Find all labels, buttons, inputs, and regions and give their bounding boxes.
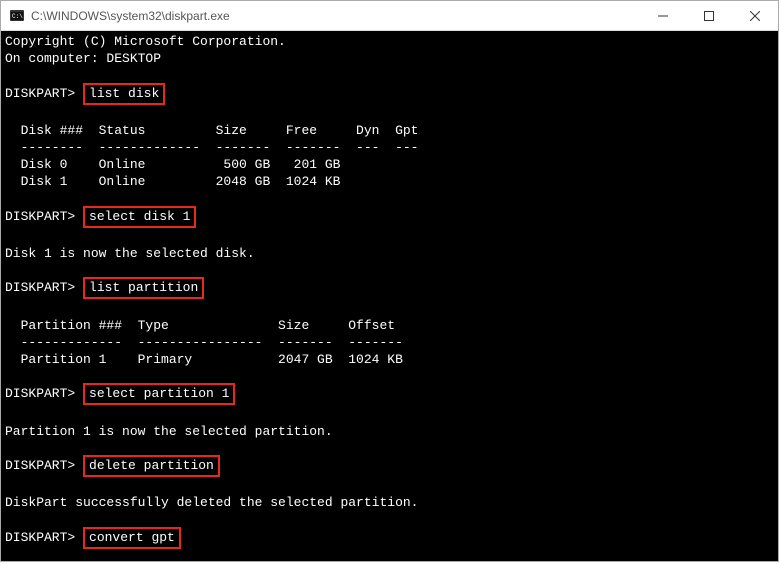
command-select-disk: select disk 1 xyxy=(83,206,196,228)
prompt: DISKPART> xyxy=(5,280,75,295)
command-list-disk: list disk xyxy=(83,83,165,105)
window-title: C:\WINDOWS\system32\diskpart.exe xyxy=(31,9,640,23)
partition-table-divider: ------------- ---------------- ------- -… xyxy=(5,334,774,351)
disk-table-row: Disk 1 Online 2048 GB 1024 KB xyxy=(5,173,774,190)
app-icon: C:\ xyxy=(9,8,25,24)
disk-table-divider: -------- ------------- ------- ------- -… xyxy=(5,139,774,156)
partition-table-row: Partition 1 Primary 2047 GB 1024 KB xyxy=(5,351,774,368)
command-list-partition: list partition xyxy=(83,277,204,299)
svg-text:C:\: C:\ xyxy=(12,13,23,20)
response-disk-selected: Disk 1 is now the selected disk. xyxy=(5,245,774,262)
prompt: DISKPART> xyxy=(5,458,75,473)
maximize-button[interactable] xyxy=(686,1,732,30)
response-deleted: DiskPart successfully deleted the select… xyxy=(5,494,774,511)
titlebar: C:\ C:\WINDOWS\system32\diskpart.exe xyxy=(1,1,778,31)
prompt: DISKPART> xyxy=(5,530,75,545)
copyright-line: Copyright (C) Microsoft Corporation. xyxy=(5,33,774,50)
command-select-partition: select partition 1 xyxy=(83,383,235,405)
command-delete-partition: delete partition xyxy=(83,455,220,477)
disk-table-row: Disk 0 Online 500 GB 201 GB xyxy=(5,156,774,173)
prompt: DISKPART> xyxy=(5,386,75,401)
response-partition-selected: Partition 1 is now the selected partitio… xyxy=(5,423,774,440)
disk-table-header: Disk ### Status Size Free Dyn Gpt xyxy=(5,122,774,139)
minimize-button[interactable] xyxy=(640,1,686,30)
close-button[interactable] xyxy=(732,1,778,30)
computer-line: On computer: DESKTOP xyxy=(5,50,774,67)
command-convert-gpt: convert gpt xyxy=(83,527,181,549)
app-window: C:\ C:\WINDOWS\system32\diskpart.exe Cop… xyxy=(0,0,779,562)
prompt: DISKPART> xyxy=(5,86,75,101)
terminal-output[interactable]: Copyright (C) Microsoft Corporation.On c… xyxy=(1,31,778,561)
prompt: DISKPART> xyxy=(5,209,75,224)
partition-table-header: Partition ### Type Size Offset xyxy=(5,317,774,334)
window-controls xyxy=(640,1,778,30)
